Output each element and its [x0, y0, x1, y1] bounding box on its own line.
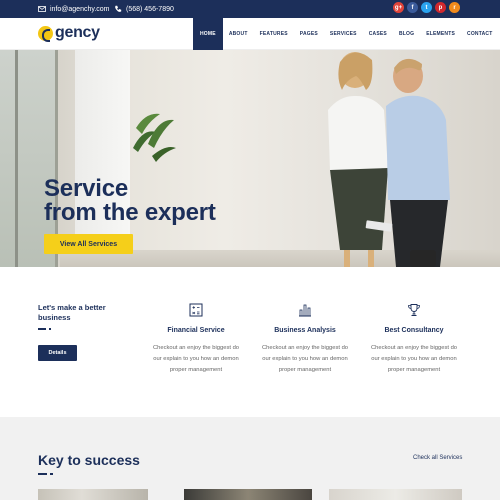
service-description: Checkout an enjoy the biggest do our exp…: [255, 343, 355, 376]
bar-chart-icon: [299, 304, 311, 317]
service-desc-line: our explain to you how an demon: [371, 356, 457, 362]
case-thumbnail[interactable]: [38, 489, 148, 500]
service-card-financial: Financial Service Checkout an enjoy the …: [146, 303, 246, 376]
nav-item-services[interactable]: SERVICES: [324, 18, 363, 50]
service-desc-line: proper management: [169, 367, 223, 373]
check-all-services-link[interactable]: Check all Services: [413, 455, 462, 461]
trophy-icon: [408, 304, 420, 316]
nav-item-elements[interactable]: ELEMENTS: [420, 18, 461, 50]
nav-item-home[interactable]: HOME: [193, 18, 223, 50]
hero-title-line-2: from the expert: [44, 199, 216, 226]
email-contact[interactable]: info@agenchy.com: [38, 0, 110, 18]
top-bar: info@agenchy.com (568) 456-7890 g+ f t p…: [0, 0, 500, 18]
phone-contact[interactable]: (568) 456-7890: [114, 0, 174, 18]
hero-title-line-1: Service: [44, 175, 129, 202]
service-title: Business Analysis: [274, 327, 336, 334]
service-desc-line: our explain to you how an demon: [153, 356, 239, 362]
twitter-icon[interactable]: t: [421, 2, 432, 13]
intro-heading: Let's make a better business: [38, 303, 128, 323]
service-title: Financial Service: [167, 327, 225, 334]
nav-item-cases[interactable]: CASES: [363, 18, 393, 50]
view-all-services-button[interactable]: View All Services: [44, 234, 133, 254]
nav-item-about[interactable]: ABOUT: [223, 18, 254, 50]
service-title: Best Consultancy: [384, 327, 444, 334]
envelope-icon: [38, 6, 46, 12]
case-thumbnail[interactable]: [329, 489, 462, 500]
service-card-consultancy: Best Consultancy Checkout an enjoy the b…: [364, 303, 464, 376]
nav-item-contact[interactable]: CONTACT: [461, 18, 498, 50]
service-desc-line: our explain to you how an demon: [262, 356, 348, 362]
service-desc-line: proper management: [387, 367, 441, 373]
service-desc-line: Checkout an enjoy the biggest do: [152, 345, 240, 351]
intro-heading-line-2: business: [38, 313, 71, 322]
phone-text: (568) 456-7890: [126, 5, 174, 13]
nav-item-blog[interactable]: BLOG: [393, 18, 420, 50]
service-card-analysis: Business Analysis Checkout an enjoy the …: [255, 303, 355, 376]
logo-text: gency: [55, 24, 100, 41]
intro-block: Let's make a better business: [38, 303, 128, 330]
key-to-success-section: Key to success Check all Services: [0, 417, 500, 500]
nav-item-pages[interactable]: PAGES: [294, 18, 324, 50]
social-links: g+ f t p r: [393, 2, 460, 13]
intro-divider: [38, 328, 128, 330]
nav-item-features[interactable]: FEATURES: [254, 18, 294, 50]
plant-illustration: [133, 113, 176, 162]
main-navbar: gency HOME ABOUT FEATURES PAGES SERVICES…: [0, 18, 500, 50]
service-desc-line: Checkout an enjoy the biggest do: [370, 345, 458, 351]
email-text: info@agenchy.com: [50, 5, 110, 13]
intro-heading-line-1: Let's make a better: [38, 303, 106, 312]
nav-menu: HOME ABOUT FEATURES PAGES SERVICES CASES…: [193, 18, 499, 50]
pinterest-icon[interactable]: p: [435, 2, 446, 13]
section-divider: [38, 473, 53, 475]
service-desc-line: Checkout an enjoy the biggest do: [261, 345, 349, 351]
google-plus-icon[interactable]: g+: [393, 2, 404, 13]
section-title: Key to success: [38, 452, 140, 468]
business-people-illustration: [328, 52, 450, 267]
logo-mark-icon: [38, 25, 53, 42]
hero-window-frame: [15, 50, 18, 267]
details-button[interactable]: Details: [38, 345, 77, 361]
service-desc-line: proper management: [278, 367, 332, 373]
calculator-icon: [189, 303, 203, 317]
phone-icon: [115, 5, 122, 12]
service-description: Checkout an enjoy the biggest do our exp…: [364, 343, 464, 376]
service-description: Checkout an enjoy the biggest do our exp…: [146, 343, 246, 376]
facebook-icon[interactable]: f: [407, 2, 418, 13]
site-logo[interactable]: gency: [38, 24, 100, 42]
rss-icon[interactable]: r: [449, 2, 460, 13]
hero-banner: Service from the expert View All Service…: [0, 50, 500, 267]
case-thumbnail[interactable]: [184, 489, 312, 500]
hero-title: Service from the expert: [44, 177, 216, 225]
